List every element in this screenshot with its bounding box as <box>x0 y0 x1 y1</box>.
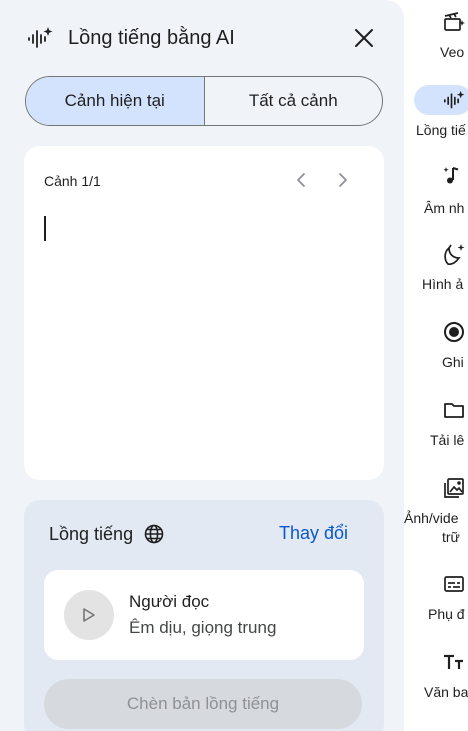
voiceover-panel: Lồng tiếng bằng AI Cảnh hiện tại Tất cả … <box>0 0 404 731</box>
voice-label-row: Lồng tiếng <box>49 523 165 545</box>
rail-label: Ghi <box>442 354 464 370</box>
rail-label: Ảnh/vide <box>404 510 459 526</box>
voice-sparkle-icon <box>442 88 466 112</box>
rail-label: Lồng tiế <box>416 122 466 138</box>
panel-title: Lồng tiếng bằng AI <box>68 26 235 49</box>
clapper-sparkle-icon <box>442 10 466 34</box>
play-preview-button[interactable] <box>64 590 114 640</box>
rail-item-media-library[interactable]: Ảnh/vide trữ <box>404 472 468 552</box>
chevron-right-icon[interactable] <box>331 168 355 192</box>
rail-item-veo[interactable]: Veo <box>404 0 468 70</box>
reader-description: Êm dịu, giọng trung <box>129 618 277 637</box>
folder-icon <box>442 398 466 422</box>
voice-reader-card[interactable]: Người đọc Êm dịu, giọng trung <box>44 570 364 660</box>
rail-label: Hình ả <box>422 276 464 292</box>
scene-counter: Cảnh 1/1 <box>44 173 101 189</box>
chevron-left-icon[interactable] <box>289 168 313 192</box>
text-icon <box>442 650 466 674</box>
rail-label: Veo <box>440 44 465 60</box>
record-icon <box>442 320 466 344</box>
rail-label: Văn ba <box>424 684 468 700</box>
subtitles-icon <box>442 572 466 596</box>
media-library-icon <box>442 476 466 500</box>
change-voice-link[interactable]: Thay đổi <box>279 523 348 544</box>
rail-item-record[interactable]: Ghi <box>404 316 468 376</box>
rail-item-image[interactable]: Hình ả <box>404 238 468 298</box>
rail-label: Phụ đ <box>428 606 465 622</box>
rail-item-voiceover[interactable]: Lồng tiế <box>404 82 468 142</box>
music-note-sparkle-icon <box>442 164 466 188</box>
rail-item-text[interactable]: Văn ba <box>404 650 468 710</box>
rail-item-music[interactable]: Âm nh <box>404 160 468 220</box>
tab-all-scenes[interactable]: Tất cả cảnh <box>203 77 383 125</box>
reader-name: Người đọc <box>129 592 210 611</box>
rail-item-upload[interactable]: Tải lê <box>404 394 468 454</box>
insert-voiceover-button[interactable]: Chèn bản lồng tiếng <box>44 679 362 729</box>
globe-icon[interactable] <box>143 523 165 545</box>
side-rail: Veo Lồng tiế Âm nh Hình ả Ghi Tải lê Ảnh… <box>404 0 468 731</box>
rail-label: Tải lê <box>430 432 465 448</box>
scene-scope-toggle: Cảnh hiện tại Tất cả cảnh <box>25 76 383 126</box>
voice-label: Lồng tiếng <box>49 523 134 544</box>
rail-item-subtitles[interactable]: Phụ đ <box>404 572 468 632</box>
tab-current-scene[interactable]: Cảnh hiện tại <box>26 77 204 125</box>
rail-label-line2: trữ <box>442 529 460 545</box>
play-icon <box>83 608 95 622</box>
text-cursor <box>44 216 46 241</box>
script-editor[interactable]: Cảnh 1/1 <box>24 146 384 480</box>
close-icon[interactable] <box>350 24 378 52</box>
voice-settings-card: Lồng tiếng Thay đổi Người đọc Êm dịu, gi… <box>24 500 384 731</box>
voice-sparkle-icon <box>26 24 54 52</box>
panel-header: Lồng tiếng bằng AI <box>26 22 382 54</box>
banana-sparkle-icon <box>442 242 466 266</box>
rail-label: Âm nh <box>424 200 465 216</box>
